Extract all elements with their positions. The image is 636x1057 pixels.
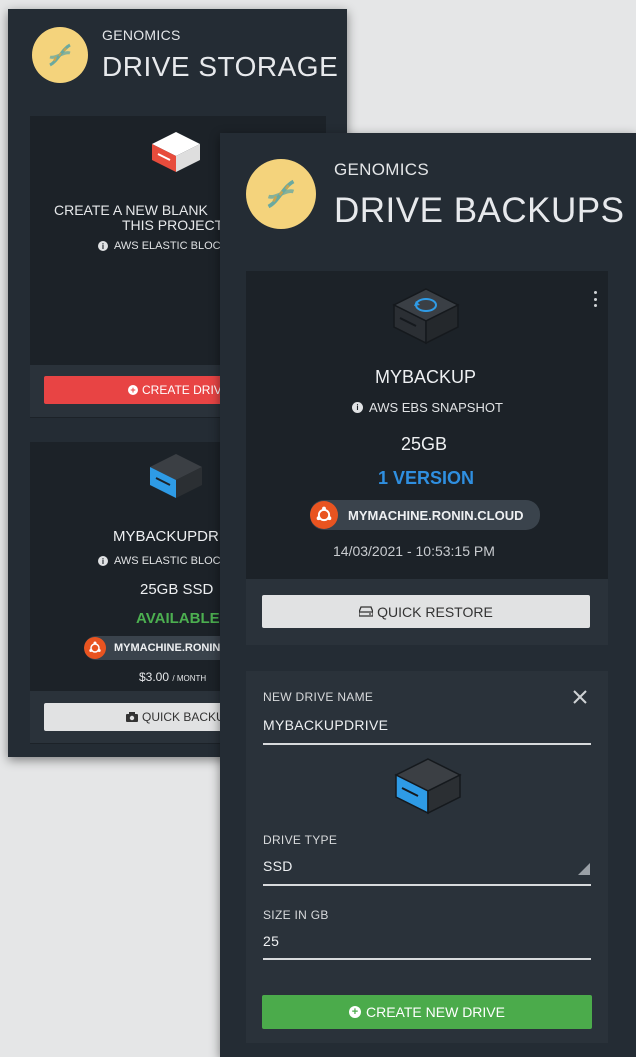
price-unit: / MONTH [172,674,207,683]
backup-timestamp: 14/03/2021 - 10:53:15 PM [333,543,495,559]
project-logo [32,27,88,83]
type-select-underline [263,884,591,886]
backup-versions-link[interactable]: 1 VERSION [378,468,474,489]
new-drive-name-input[interactable]: MYBACKUPDRIVE [263,717,388,733]
info-icon: i [352,402,363,413]
new-drive-text-line1: CREATE A NEW BLANK [54,202,208,218]
drive-provider-info: i AWS ELASTIC BLOCK [98,555,228,567]
dropdown-triangle-icon[interactable] [578,863,590,875]
new-drive-name-label: NEW DRIVE NAME [263,690,374,704]
page-title: DRIVE STORAGE [102,51,339,82]
hdd-icon [359,606,374,617]
provider-label: AWS ELASTIC BLOCK [114,240,228,252]
drive-status-badge: AVAILABLE [136,610,220,627]
create-drive-label: CREATE DRIVE [142,383,230,397]
new-drive-text-line2: THIS PROJECT [122,217,224,233]
backup-name: MYBACKUP [375,367,477,387]
provider-label: AWS ELASTIC BLOCK [114,555,228,567]
ubuntu-icon [310,501,338,529]
create-new-drive-button[interactable]: + CREATE NEW DRIVE [262,995,592,1029]
name-input-underline [263,743,591,745]
quick-backup-label: QUICK BACKU [142,710,225,724]
drive-type-select[interactable]: SSD [263,858,293,874]
price-value: $3.00 [139,670,170,684]
drive-icon [150,454,202,498]
machine-name: MYMACHINE.RONIN. [114,642,224,654]
dna-icon [267,179,295,209]
plus-circle-icon: + [128,385,138,395]
drive-icon [152,132,200,172]
create-new-drive-label: CREATE NEW DRIVE [366,1004,505,1020]
drive-name: MYBACKUPDRI [113,528,224,545]
backup-size: 25GB [401,434,448,454]
drive-type-label: DRIVE TYPE [263,833,338,847]
drive-size: 25GB SSD [140,581,214,598]
camera-icon [126,712,138,722]
drive-price: $3.00 / MONTH [139,670,206,684]
info-icon: i [98,556,108,566]
drive-backups-panel: GENOMICS DRIVE BACKUPS MYBACKUP i AWS EB… [220,133,636,1057]
project-logo [246,159,316,229]
size-input[interactable]: 25 [263,933,279,949]
provider-label: AWS EBS SNAPSHOT [369,400,503,415]
ubuntu-icon [84,637,106,659]
project-label: GENOMICS [102,27,181,43]
more-vert-icon[interactable] [594,291,598,307]
new-drive-form: NEW DRIVE NAME MYBACKUPDRIVE DRIVE TYPE … [246,671,608,1043]
info-icon: i [98,241,108,251]
size-label: SIZE IN GB [263,908,329,922]
plus-circle-icon: + [349,1006,361,1018]
quick-restore-label: QUICK RESTORE [377,603,493,620]
project-label: GENOMICS [334,160,429,179]
backup-provider-info: i AWS EBS SNAPSHOT [352,400,503,415]
machine-name: MYMACHINE.RONIN.CLOUD [348,507,524,523]
quick-restore-button[interactable]: QUICK RESTORE [262,595,590,628]
page-title: DRIVE BACKUPS [334,191,625,230]
drive-provider-info: i AWS ELASTIC BLOCK [98,240,228,252]
backup-drive-icon [392,288,460,345]
size-input-underline [263,958,591,960]
attached-machine-chip[interactable]: MYMACHINE.RONIN.CLOUD [310,500,540,530]
close-icon[interactable] [572,689,588,705]
dna-icon [49,43,71,67]
drive-icon [394,758,462,815]
